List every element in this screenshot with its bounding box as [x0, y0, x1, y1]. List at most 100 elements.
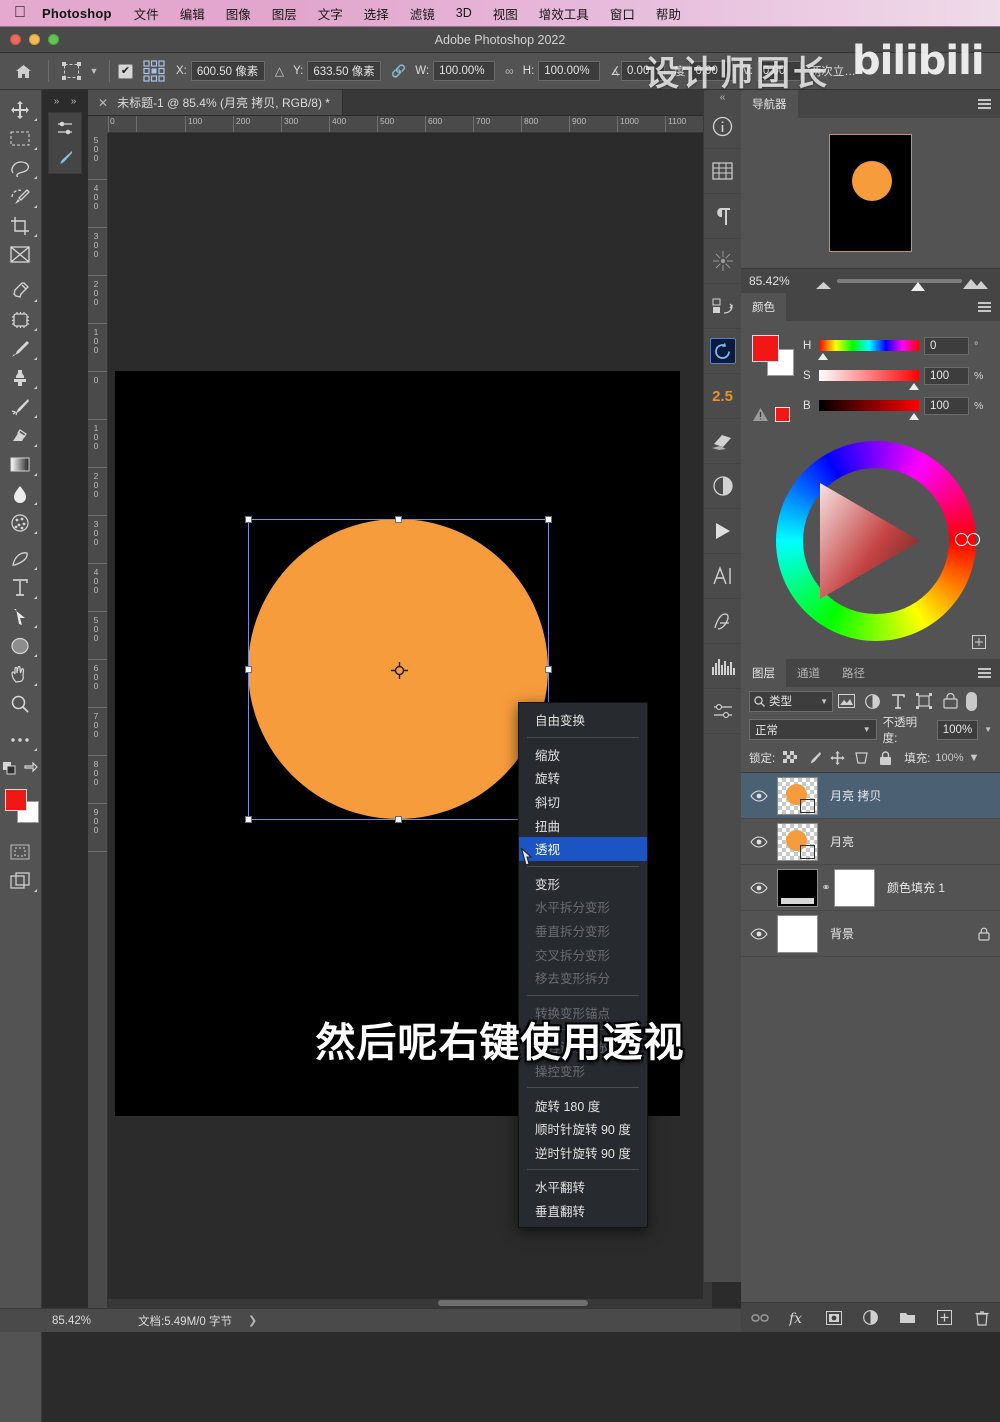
layer-name[interactable]: 月亮 [818, 833, 1000, 850]
apple-logo-icon[interactable]:  [14, 5, 26, 21]
pen-tool[interactable] [0, 544, 40, 573]
transform-context-menu[interactable]: 自由变换 缩放 旋转 斜切 扭曲 透视 变形 水平拆分变形 垂直拆分变形 交叉拆… [518, 702, 648, 1229]
small-mountain-icon[interactable] [815, 280, 832, 289]
large-mountain-icon[interactable] [962, 276, 990, 289]
app-menu-photoshop[interactable]: Photoshop [42, 6, 112, 21]
reference-point-grid-icon[interactable] [141, 58, 167, 84]
tab-paths[interactable]: 路径 [831, 659, 876, 687]
menu-window[interactable]: 窗口 [610, 4, 635, 23]
delta-icon[interactable]: △ [275, 64, 284, 78]
adjustments-mini-icon[interactable] [49, 113, 81, 143]
vertical-ruler[interactable]: 500 400 300 200 100 0 100 200 300 400 50… [88, 133, 108, 1308]
dock-collapse-icon[interactable]: « [704, 90, 741, 104]
menu-item-rotate-90-ccw[interactable]: 逆时针旋转 90 度 [519, 1141, 647, 1165]
table-row[interactable]: 背景 [741, 911, 1000, 957]
menu-item-perspective[interactable]: 透视 [519, 836, 647, 861]
menu-item-distort[interactable]: 扭曲 [519, 813, 647, 837]
filter-pixel-layers[interactable] [833, 690, 859, 712]
slider-knob[interactable] [818, 353, 828, 360]
layer-visibility-toggle[interactable] [741, 835, 777, 848]
move-tool[interactable] [0, 95, 40, 124]
layer-mask-thumbnail[interactable] [834, 868, 875, 907]
dock-properties[interactable] [704, 149, 741, 194]
menu-3d[interactable]: 3D [456, 6, 472, 20]
scrollbar-thumb[interactable] [438, 1300, 588, 1306]
eraser-tool[interactable] [0, 421, 40, 450]
navigator-thumbnail[interactable] [829, 134, 912, 252]
x-input[interactable]: 600.50 像素 [190, 61, 265, 81]
menu-type[interactable]: 文字 [318, 4, 343, 23]
status-doc-info[interactable]: 文档:5.49M/0 字节 [138, 1313, 232, 1329]
dodge-tool[interactable] [0, 508, 40, 537]
mask-link-icon[interactable]: ⚭ [818, 881, 834, 894]
shear-v-input[interactable]: 0.00 [756, 61, 801, 81]
table-row[interactable]: 月亮 拷贝 [741, 773, 1000, 819]
foreground-color-swatch[interactable] [752, 335, 779, 362]
wheel-options-icon[interactable] [972, 635, 986, 649]
transform-handle-bc[interactable] [394, 816, 402, 823]
lock-position[interactable] [828, 749, 847, 768]
chevron-down-icon[interactable]: ▼ [863, 725, 871, 734]
menu-filter[interactable]: 滤镜 [410, 4, 435, 23]
tab-navigator[interactable]: 导航器 [741, 90, 798, 118]
y-input[interactable]: 633.50 像素 [307, 61, 382, 81]
dock-character[interactable] [704, 554, 741, 599]
out-of-gamut-swatch[interactable] [775, 407, 790, 422]
frame-tool[interactable] [0, 240, 40, 269]
layer-name[interactable]: 月亮 拷贝 [818, 787, 1000, 804]
navigator-preview[interactable] [741, 118, 1000, 268]
slider-track[interactable] [837, 279, 962, 283]
new-layer-button[interactable] [936, 1309, 954, 1327]
menu-item-flip-horizontal[interactable]: 水平翻转 [519, 1175, 647, 1199]
menu-item-rotate-180[interactable]: 旋转 180 度 [519, 1093, 647, 1117]
panel-menu-icon[interactable] [978, 668, 991, 681]
dock-info[interactable] [704, 104, 741, 149]
close-icon[interactable]: ✕ [98, 96, 108, 110]
lock-artboard-nesting[interactable] [852, 749, 871, 768]
menu-plugins[interactable]: 增效工具 [539, 4, 589, 23]
fill-value[interactable]: 100% [935, 752, 963, 764]
chevron-double-right-icon[interactable]: » [54, 96, 60, 107]
transform-handle-ml[interactable] [245, 665, 252, 673]
brush-mini-icon[interactable] [49, 143, 81, 173]
menu-file[interactable]: 文件 [134, 4, 159, 23]
brightness-input[interactable]: 100 [924, 396, 969, 415]
new-group-button[interactable] [899, 1309, 917, 1327]
dock-3d[interactable] [704, 419, 741, 464]
slider-knob[interactable] [909, 383, 919, 390]
color-wheel[interactable] [776, 441, 980, 641]
rectangular-marquee-tool[interactable] [0, 124, 40, 153]
tab-layers[interactable]: 图层 [741, 659, 786, 687]
layer-thumbnail[interactable] [777, 776, 818, 815]
dock-glyphs[interactable] [704, 599, 741, 644]
dock-actions[interactable] [704, 509, 741, 554]
panel-menu-icon[interactable] [978, 302, 991, 315]
chevron-down-icon[interactable]: ▼ [984, 725, 992, 734]
dock-adjustments[interactable] [704, 464, 741, 509]
menu-view[interactable]: 视图 [493, 4, 518, 23]
chevron-right-icon[interactable]: ❯ [248, 1314, 257, 1327]
filter-smart-objects[interactable] [937, 690, 963, 712]
angle-input[interactable]: 0.00 [620, 61, 665, 81]
layer-thumbnail[interactable] [777, 868, 818, 907]
table-row[interactable]: ⚭ 颜色填充 1 [741, 865, 1000, 911]
menu-item-scale[interactable]: 缩放 [519, 743, 647, 767]
dock-settings[interactable] [704, 689, 741, 734]
canvas-horizontal-scrollbar[interactable] [108, 1299, 703, 1308]
chevron-double-right-icon-2[interactable]: » [71, 96, 77, 107]
tab-color[interactable]: 颜色 [741, 293, 786, 321]
history-brush-tool[interactable] [0, 392, 40, 421]
new-adjustment-layer-button[interactable] [862, 1309, 880, 1327]
layer-visibility-toggle[interactable] [741, 789, 777, 802]
color-swatches[interactable] [0, 786, 40, 830]
tab-channels[interactable]: 通道 [786, 659, 831, 687]
hue-slider[interactable] [818, 340, 919, 360]
filter-enable-toggle[interactable] [966, 691, 977, 711]
menu-item-skew[interactable]: 斜切 [519, 790, 647, 814]
dock-brush-settings[interactable] [704, 239, 741, 284]
angle-icon[interactable]: ∡ [610, 64, 621, 78]
layer-visibility-toggle[interactable] [741, 881, 777, 894]
layer-visibility-toggle[interactable] [741, 927, 777, 940]
chevron-down-icon[interactable]: ▼ [820, 697, 828, 706]
lasso-tool[interactable] [0, 153, 40, 182]
